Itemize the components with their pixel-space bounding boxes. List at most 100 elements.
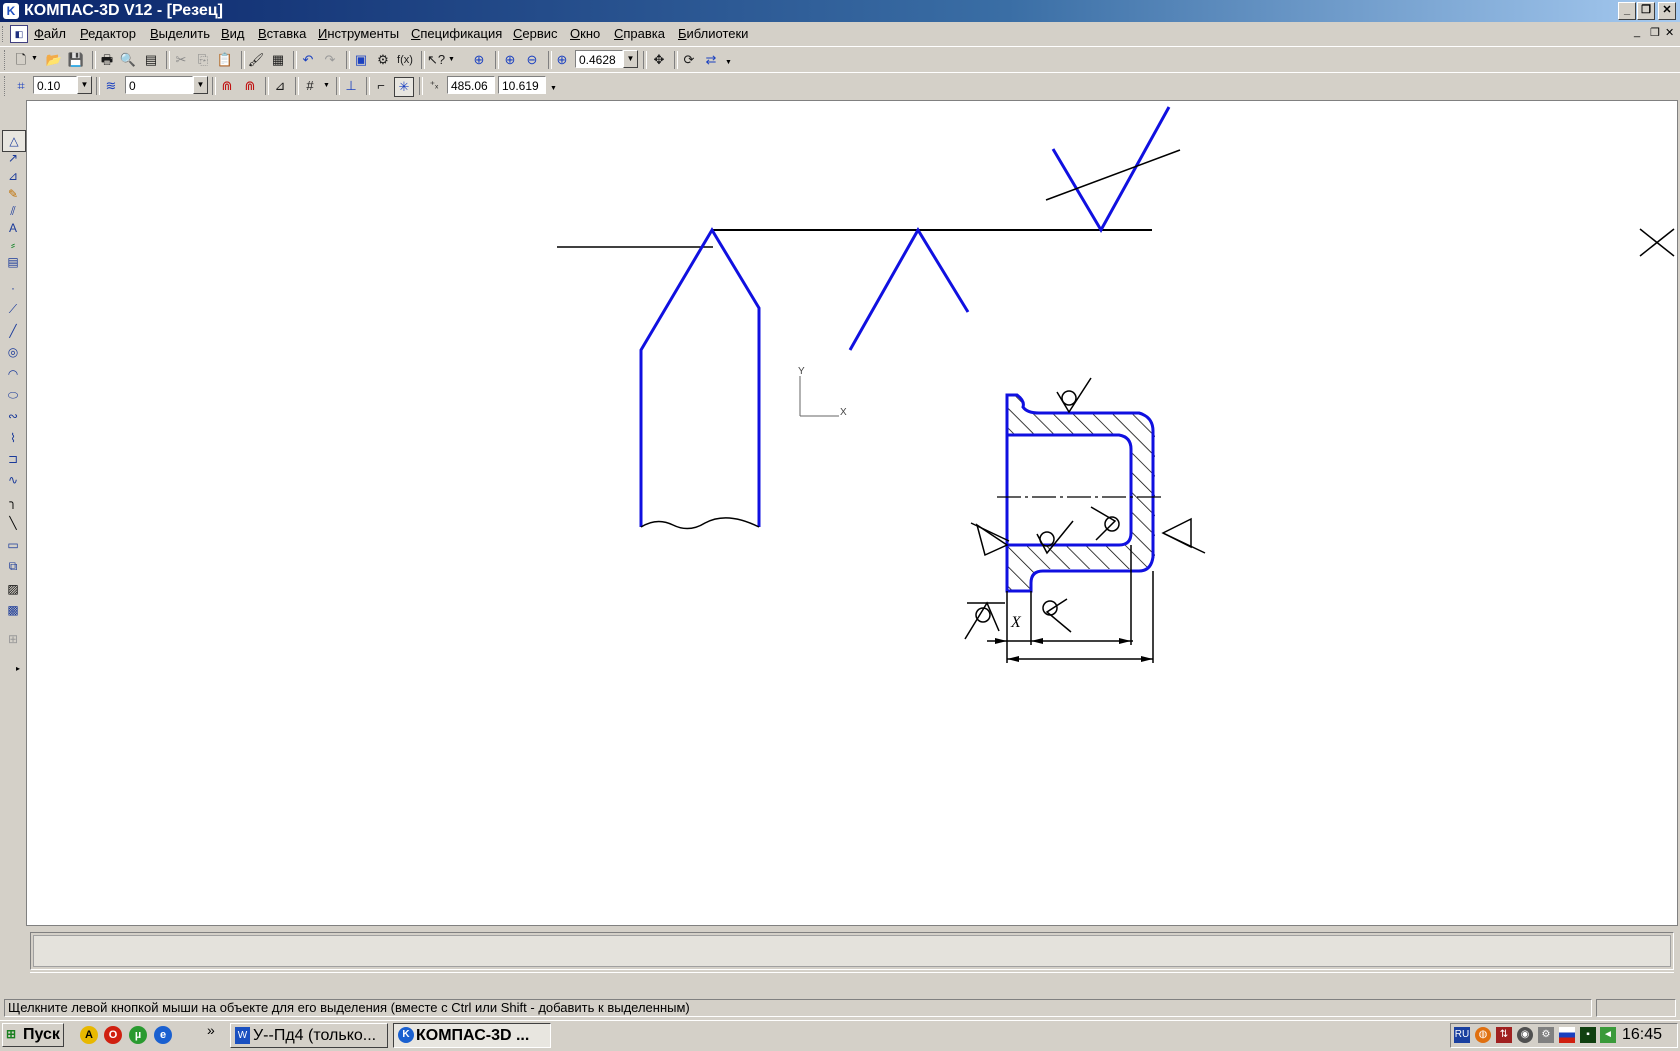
step-input[interactable]: 0.10 (33, 76, 77, 94)
fill-icon[interactable]: ▩ (2, 600, 24, 620)
rectangle-icon[interactable]: ▭ (2, 535, 24, 555)
zoom-scale-input[interactable]: 0.4628 (575, 50, 623, 68)
flag-icon[interactable] (1559, 1027, 1575, 1043)
grid-icon[interactable]: # (301, 77, 319, 95)
ortho-icon[interactable]: ⊿ (271, 77, 289, 95)
manager-icon[interactable]: ▣ (352, 51, 370, 69)
save-icon[interactable]: 💾 (67, 51, 85, 69)
close-icon[interactable]: ✕ (1658, 2, 1676, 20)
toolbar-overflow-icon[interactable]: ▼ (725, 59, 732, 66)
round-icon[interactable]: ⌐ (372, 77, 390, 95)
refresh-icon[interactable]: ⟳ (680, 51, 698, 69)
fillet-icon[interactable]: ╮ (2, 492, 24, 512)
ie-icon[interactable]: e (154, 1026, 172, 1044)
document-icon[interactable]: ◧ (10, 25, 28, 43)
macro-icon[interactable]: ⊞ (2, 629, 24, 649)
title-bar[interactable]: K КОМПАС-3D V12 - [Резец] _ ❐ ✕ (0, 0, 1680, 22)
chamfer-icon[interactable]: ╲ (2, 513, 24, 533)
menu-specification[interactable]: Спецификация (411, 26, 502, 42)
format-brush-icon[interactable]: 🖌 (247, 51, 265, 69)
menu-insert[interactable]: Вставка (258, 26, 306, 42)
menu-view[interactable]: Вид (221, 26, 245, 42)
menu-libraries[interactable]: Библиотеки (678, 26, 748, 42)
bezier-icon[interactable]: ∿ (2, 470, 24, 490)
redo-icon[interactable]: ↷ (321, 51, 339, 69)
taskbar-word-button[interactable]: W У--Пд4 (только... (230, 1023, 388, 1048)
cut-icon[interactable]: ✂ (172, 51, 190, 69)
undo-icon[interactable]: ↶ (299, 51, 317, 69)
zoom-dropdown-icon[interactable]: ▼ (623, 50, 638, 68)
print-setup-icon[interactable]: ▤ (142, 51, 160, 69)
zoom-window-icon[interactable]: ⊕ (470, 51, 488, 69)
help-dropdown-icon[interactable]: ▼ (448, 56, 455, 63)
contour-icon[interactable]: ⧉ (2, 556, 24, 576)
pan-icon[interactable]: ✥ (650, 51, 668, 69)
cursor-step-icon[interactable]: ⌗ (12, 77, 30, 95)
toolbar-grip[interactable] (4, 76, 8, 96)
opera-icon[interactable]: O (104, 1026, 122, 1044)
update-icon[interactable]: ⚙ (1538, 1027, 1554, 1043)
volume-icon[interactable]: ◄ (1600, 1027, 1616, 1043)
ortho-mode-icon[interactable]: ✳ (394, 77, 414, 97)
help-pointer-icon[interactable]: ↖? (427, 51, 445, 69)
nvidia-icon[interactable]: ▪ (1580, 1027, 1596, 1043)
segment-icon[interactable]: ╱ (2, 321, 24, 341)
hatch-icon[interactable]: ▨ (2, 579, 24, 599)
local-cs-icon[interactable]: ⊥ (342, 77, 360, 95)
media-icon[interactable]: ◉ (1517, 1027, 1533, 1043)
doc-minimize-icon[interactable]: _ (1634, 26, 1640, 38)
menu-select[interactable]: Выделить (150, 26, 210, 42)
polyline-icon[interactable]: ⌇ (2, 428, 24, 448)
taskbar-kompas-button[interactable]: K КОМПАС-3D ... (393, 1023, 551, 1048)
dimensions-icon[interactable]: ↗ (2, 148, 24, 168)
antivirus-icon[interactable]: ◍ (1475, 1027, 1491, 1043)
library-icon[interactable]: ⚙ (374, 51, 392, 69)
quicklaunch-overflow[interactable]: » (207, 1022, 215, 1038)
utorrent-icon[interactable]: µ (129, 1026, 147, 1044)
point-icon[interactable]: · (2, 278, 24, 298)
circle-icon[interactable]: ◎ (2, 342, 24, 362)
menu-service[interactable]: Сервис (513, 26, 558, 42)
zoom-out-icon[interactable]: ⊖ (523, 51, 541, 69)
grid-dropdown-icon[interactable]: ▼ (323, 82, 330, 89)
start-button[interactable]: ⊞ Пуск (2, 1023, 64, 1047)
command-input-area[interactable] (33, 935, 1671, 967)
menu-window[interactable]: Окно (570, 26, 600, 42)
menu-editor[interactable]: Редактор (80, 26, 136, 42)
variables-fx-icon[interactable]: f(x) (396, 51, 414, 69)
print-preview-icon[interactable]: 🔍 (119, 51, 137, 69)
ellipse-icon[interactable]: ⬭ (2, 385, 24, 405)
layers-icon[interactable]: ≋ (102, 77, 120, 95)
spline-icon[interactable]: ∾ (2, 406, 24, 426)
menu-file[interactable]: Файл (34, 26, 66, 42)
toolbar-overflow-icon[interactable]: ▼ (550, 85, 557, 92)
toolbar-grip[interactable] (4, 50, 8, 70)
restore-icon[interactable]: ❐ (1637, 2, 1655, 20)
doc-close-icon[interactable]: ✕ (1665, 26, 1674, 39)
snap-local-icon[interactable]: ⋒ (241, 77, 259, 95)
layer-input[interactable]: 0 (125, 76, 193, 94)
menu-help[interactable]: Справка (614, 26, 665, 42)
coord-y-input[interactable]: 10.619 (498, 76, 546, 94)
avast-icon[interactable]: A (80, 1026, 98, 1044)
network-icon[interactable]: ⇅ (1496, 1027, 1512, 1043)
lang-ru-icon[interactable]: RU (1454, 1027, 1470, 1043)
arc-icon[interactable]: ◠ (2, 364, 24, 384)
coord-x-input[interactable]: 485.06 (447, 76, 495, 94)
new-dropdown-icon[interactable]: ▼ (31, 55, 38, 62)
doc-restore-icon[interactable]: ❐ (1650, 26, 1660, 39)
step-dropdown-icon[interactable]: ▼ (77, 76, 92, 94)
drawing-canvas[interactable]: Y X X (26, 100, 1678, 926)
redraw-icon[interactable]: ⇄ (702, 51, 720, 69)
open-icon[interactable]: 📂 (45, 51, 63, 69)
coordinates-icon[interactable]: ⁺ₓ (425, 77, 443, 95)
spec-icon[interactable]: ▤ (2, 252, 24, 272)
toolbar-expand-icon[interactable]: ▸ (16, 664, 20, 673)
equidistant-icon[interactable]: ⊐ (2, 449, 24, 469)
zoom-in-icon[interactable]: ⊕ (501, 51, 519, 69)
properties-icon[interactable]: ▦ (269, 51, 287, 69)
new-icon[interactable]: 🗋 (12, 51, 30, 69)
menu-grip[interactable] (2, 26, 6, 42)
minimize-icon[interactable]: _ (1618, 2, 1636, 20)
copy-icon[interactable]: ⎘ (194, 51, 212, 69)
